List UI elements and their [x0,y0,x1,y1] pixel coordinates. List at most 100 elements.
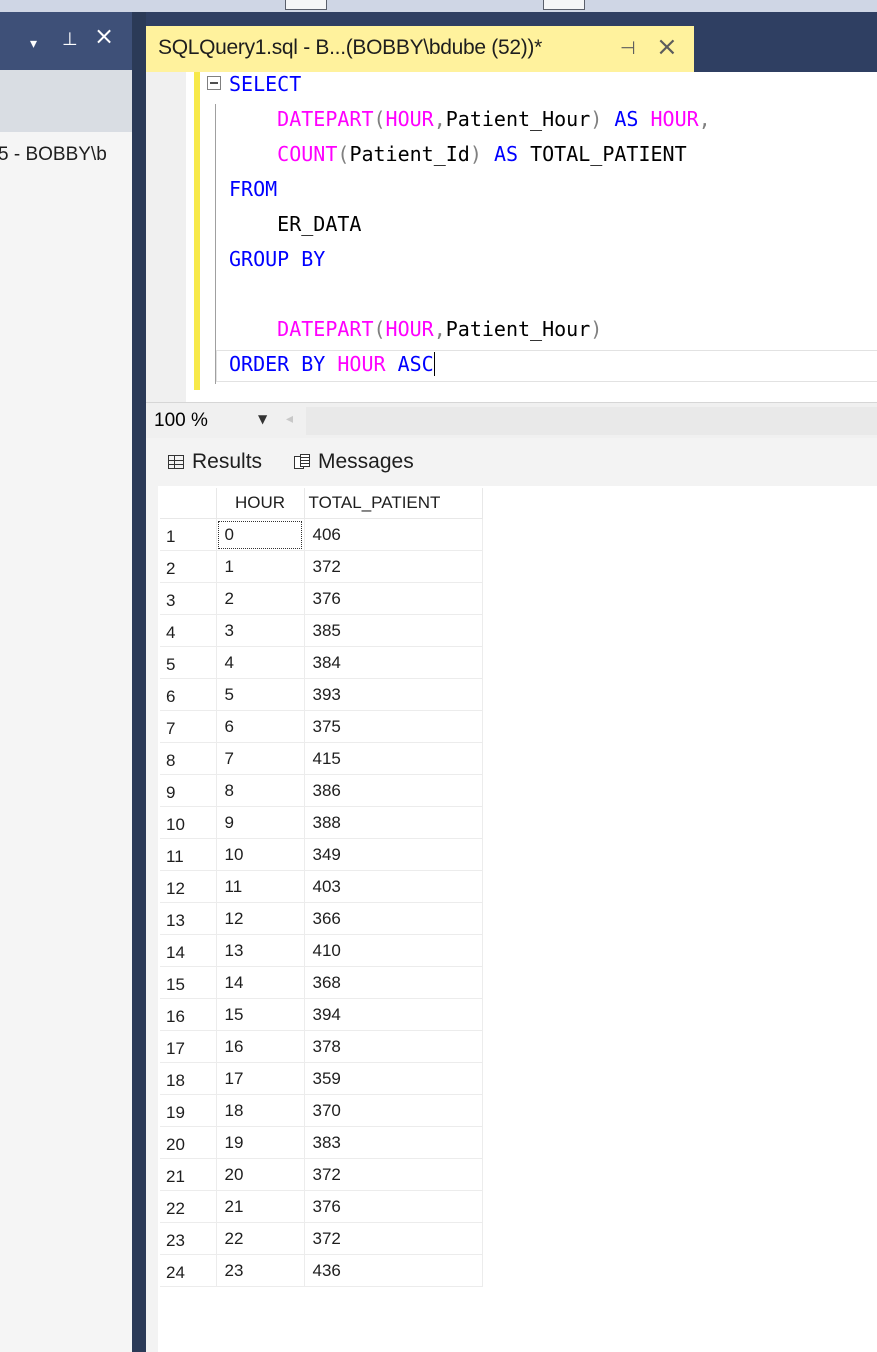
hour-cell[interactable]: 8 [216,774,305,807]
total-patient-cell[interactable]: 375 [304,710,483,743]
row-number-cell[interactable]: 2 [160,550,217,583]
chevron-down-icon[interactable]: ▼ [258,412,267,426]
code-line[interactable]: SELECT [229,72,301,96]
code-line[interactable]: ORDER BY HOUR ASC [229,352,435,376]
results-grid[interactable]: HOUR TOTAL_PATIENT 1 0 406 2 1 372 3 2 376 4 3 385 5… [160,488,483,1287]
table-row[interactable]: 7 6 375 [160,710,483,743]
total-patient-cell[interactable]: 403 [304,870,483,903]
hour-cell[interactable]: 2 [216,582,305,615]
hour-cell[interactable]: 13 [216,934,305,967]
total-patient-cell[interactable]: 386 [304,774,483,807]
total-patient-cell[interactable]: 359 [304,1062,483,1095]
row-number-cell[interactable]: 5 [160,646,217,679]
server-node[interactable]: 5 - BOBBY\b [0,144,107,166]
hour-cell[interactable]: 23 [216,1254,305,1287]
table-row[interactable]: 12 11 403 [160,870,483,903]
row-number-cell[interactable]: 17 [160,1030,217,1063]
row-number-cell[interactable]: 21 [160,1158,217,1191]
hour-cell[interactable]: 14 [216,966,305,999]
table-row[interactable]: 23 22 372 [160,1222,483,1255]
total-patient-cell[interactable]: 385 [304,614,483,647]
table-row[interactable]: 9 8 386 [160,774,483,807]
table-row[interactable]: 18 17 359 [160,1062,483,1095]
total-patient-cell[interactable]: 376 [304,1190,483,1223]
row-number-header[interactable] [160,488,217,519]
code-line[interactable]: DATEPART(HOUR,Patient_Hour) AS HOUR, [229,107,711,131]
total-patient-cell[interactable]: 368 [304,966,483,999]
table-row[interactable]: 11 10 349 [160,838,483,871]
table-row[interactable]: 1 0 406 [160,518,483,551]
row-number-cell[interactable]: 18 [160,1062,217,1095]
hour-cell[interactable]: 19 [216,1126,305,1159]
table-row[interactable]: 2 1 372 [160,550,483,583]
total-patient-cell[interactable]: 378 [304,1030,483,1063]
hour-cell[interactable]: 21 [216,1190,305,1223]
hour-cell[interactable]: 17 [216,1062,305,1095]
row-number-cell[interactable]: 20 [160,1126,217,1159]
hour-cell[interactable]: 5 [216,678,305,711]
table-row[interactable]: 24 23 436 [160,1254,483,1287]
scroll-left-icon[interactable]: ◂ [286,411,293,427]
total-patient-cell[interactable]: 370 [304,1094,483,1127]
column-header-hour[interactable]: HOUR [216,488,305,519]
hour-cell[interactable]: 18 [216,1094,305,1127]
collapse-icon[interactable] [207,76,221,90]
zoom-level[interactable]: 100 % [154,410,208,432]
hour-cell[interactable]: 4 [216,646,305,679]
row-number-cell[interactable]: 24 [160,1254,217,1287]
total-patient-cell[interactable]: 436 [304,1254,483,1287]
hour-cell[interactable]: 16 [216,1030,305,1063]
table-row[interactable]: 17 16 378 [160,1030,483,1063]
row-number-cell[interactable]: 8 [160,742,217,775]
column-header-total-patient[interactable]: TOTAL_PATIENT [304,488,483,519]
code-line[interactable]: ER_DATA [229,212,361,236]
hour-cell[interactable]: 12 [216,902,305,935]
code-line[interactable]: DATEPART(HOUR,Patient_Hour) [229,317,602,341]
toolbar-box[interactable] [285,0,327,10]
dropdown-icon[interactable]: ▾ [30,34,37,54]
hour-cell[interactable]: 1 [216,550,305,583]
row-number-cell[interactable]: 4 [160,614,217,647]
row-number-cell[interactable]: 7 [160,710,217,743]
close-icon[interactable]: × [656,32,678,62]
table-row[interactable]: 5 4 384 [160,646,483,679]
row-number-cell[interactable]: 9 [160,774,217,807]
hour-cell[interactable]: 11 [216,870,305,903]
hour-cell[interactable]: 3 [216,614,305,647]
pin-icon[interactable]: ⊣ [620,38,636,59]
table-row[interactable]: 16 15 394 [160,998,483,1031]
row-number-cell[interactable]: 16 [160,998,217,1031]
row-number-cell[interactable]: 22 [160,1190,217,1223]
row-number-cell[interactable]: 3 [160,582,217,615]
total-patient-cell[interactable]: 366 [304,902,483,935]
close-icon[interactable]: × [94,24,114,48]
table-row[interactable]: 3 2 376 [160,582,483,615]
table-row[interactable]: 19 18 370 [160,1094,483,1127]
total-patient-cell[interactable]: 393 [304,678,483,711]
row-number-cell[interactable]: 19 [160,1094,217,1127]
total-patient-cell[interactable]: 406 [304,518,483,551]
code-line[interactable]: GROUP BY [229,247,325,271]
table-row[interactable]: 10 9 388 [160,806,483,839]
total-patient-cell[interactable]: 376 [304,582,483,615]
row-number-cell[interactable]: 13 [160,902,217,935]
row-number-cell[interactable]: 11 [160,838,217,871]
table-row[interactable]: 4 3 385 [160,614,483,647]
tab-messages[interactable]: Messages [294,438,414,486]
total-patient-cell[interactable]: 349 [304,838,483,871]
hour-cell[interactable]: 15 [216,998,305,1031]
total-patient-cell[interactable]: 372 [304,1222,483,1255]
table-row[interactable]: 6 5 393 [160,678,483,711]
total-patient-cell[interactable]: 372 [304,1158,483,1191]
code-line[interactable]: COUNT(Patient_Id) AS TOTAL_PATIENT [229,142,686,166]
hour-cell[interactable]: 9 [216,806,305,839]
table-row[interactable]: 22 21 376 [160,1190,483,1223]
total-patient-cell[interactable]: 394 [304,998,483,1031]
tab-results[interactable]: Results [168,438,262,486]
table-row[interactable]: 14 13 410 [160,934,483,967]
panel-splitter[interactable] [132,12,146,1352]
row-number-cell[interactable]: 15 [160,966,217,999]
table-row[interactable]: 20 19 383 [160,1126,483,1159]
table-row[interactable]: 21 20 372 [160,1158,483,1191]
total-patient-cell[interactable]: 410 [304,934,483,967]
